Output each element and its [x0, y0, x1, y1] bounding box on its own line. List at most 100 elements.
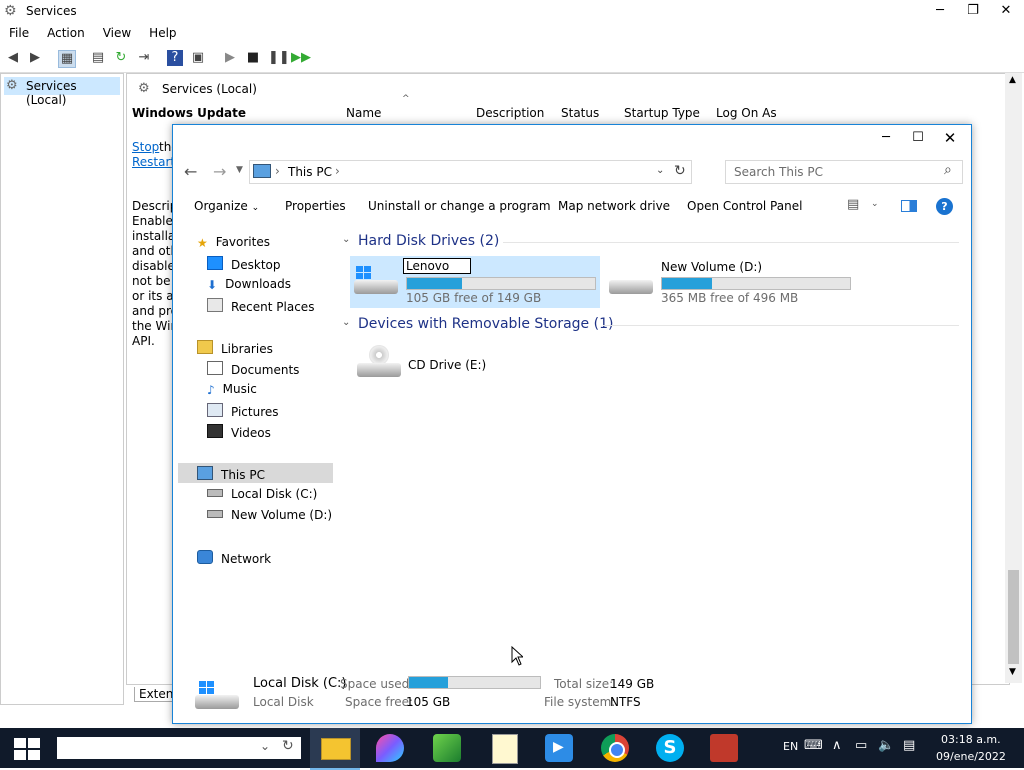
nav-documents[interactable]: Documents	[207, 361, 299, 377]
nav-libraries[interactable]: Libraries	[197, 340, 273, 356]
refresh-icon[interactable]: ↻	[113, 50, 129, 66]
vertical-scrollbar[interactable]: ▼ ▲	[1005, 73, 1022, 683]
pause-service-icon[interactable]: ❚❚	[268, 50, 290, 66]
paint-3d-icon[interactable]	[376, 734, 404, 762]
menu-file[interactable]: File	[0, 22, 38, 40]
menu-help[interactable]: Help	[140, 22, 185, 40]
export-list-icon[interactable]: ⇥	[136, 50, 152, 66]
back-arrow-icon[interactable]: ◀	[5, 50, 21, 66]
clock-date[interactable]: 09/ene/2022	[936, 750, 1006, 763]
nav-local-disk-c[interactable]: Local Disk (C:)	[207, 487, 317, 501]
nav-recent-places[interactable]: Recent Places	[207, 298, 314, 314]
show-hidden-icons-icon[interactable]: ∧	[832, 738, 842, 753]
column-description[interactable]: Description	[476, 106, 544, 120]
details-drive-name: Local Disk (C:)	[253, 676, 347, 691]
start-service-icon[interactable]: ▶	[222, 50, 238, 66]
address-bar[interactable]: › This PC › ⌄ ↻	[249, 160, 692, 184]
refresh-icon[interactable]: ↻	[282, 738, 294, 754]
help-icon[interactable]: ?	[167, 50, 183, 66]
space-used-label: Space used:	[340, 677, 414, 691]
tree-item-services-local[interactable]: ⚙ Services (Local)	[4, 77, 120, 107]
media-player-icon[interactable]: ▶	[545, 734, 573, 762]
help-icon[interactable]: ?	[936, 198, 953, 215]
file-explorer-taskbar-button[interactable]	[310, 728, 360, 770]
explorer-close-button[interactable]: ✕	[927, 127, 973, 149]
uninstall-program-button[interactable]: Uninstall or change a program	[368, 199, 551, 213]
nav-downloads[interactable]: ⬇ Downloads	[207, 277, 291, 292]
group-hard-disk-drives[interactable]: Hard Disk Drives (2)	[358, 233, 499, 249]
nav-network[interactable]: Network	[197, 550, 271, 566]
view-chevron-icon[interactable]: ⌄	[871, 199, 879, 209]
search-icon[interactable]: ⌕	[944, 162, 952, 178]
preview-pane-icon[interactable]	[901, 200, 917, 212]
keyboard-icon[interactable]: ⌨	[804, 738, 823, 753]
cd-drive-icon	[357, 345, 401, 379]
back-arrow-icon[interactable]: ←	[184, 162, 197, 181]
maps-app-icon[interactable]	[433, 734, 461, 762]
nav-music[interactable]: ♪ Music	[207, 382, 257, 397]
input-language-indicator[interactable]: EN	[783, 740, 798, 753]
notepad-icon[interactable]	[492, 734, 518, 764]
stop-service-link[interactable]: Stop	[132, 140, 159, 154]
recent-locations-chevron-icon[interactable]: ▼	[236, 165, 243, 175]
refresh-icon[interactable]: ↻	[674, 163, 686, 179]
column-log-on-as[interactable]: Log On As	[716, 106, 777, 120]
menu-action[interactable]: Action	[38, 22, 94, 40]
forward-arrow-icon[interactable]: ▶	[27, 50, 43, 66]
scroll-down-icon[interactable]: ▼	[1009, 667, 1016, 677]
restart-service-icon[interactable]: ▶▶	[291, 50, 311, 66]
scroll-up-icon[interactable]: ▲	[1009, 75, 1016, 85]
column-startup-type[interactable]: Startup Type	[624, 106, 700, 120]
nav-favorites[interactable]: ★ Favorites	[197, 235, 270, 250]
menu-view[interactable]: View	[94, 22, 140, 40]
clock-time[interactable]: 03:18 a.m.	[941, 733, 1001, 746]
search-box[interactable]: Search This PC ⌕	[725, 160, 963, 184]
drive-c-tile-selected[interactable]: 105 GB free of 149 GB	[350, 256, 600, 308]
chrome-icon[interactable]	[601, 734, 629, 762]
nav-desktop[interactable]: Desktop	[207, 256, 281, 272]
collapse-chevron-icon[interactable]: ⌄	[342, 234, 350, 245]
breadcrumb-chevron-icon[interactable]: ›	[335, 164, 340, 178]
drive-icon	[207, 489, 223, 497]
network-status-icon[interactable]: ▭	[855, 738, 867, 753]
chevron-down-icon[interactable]: ⌄	[260, 739, 270, 753]
nav-new-volume-d[interactable]: New Volume (D:)	[207, 508, 332, 522]
console-tree-icon[interactable]: ▦	[58, 50, 76, 68]
change-view-icon[interactable]: ▤	[847, 197, 859, 212]
scrollbar-thumb[interactable]	[1008, 570, 1019, 664]
stop-service-icon[interactable]: ■	[245, 50, 261, 66]
menu-bar: File Action View Help	[0, 22, 1024, 44]
navigation-pane: ★ Favorites Desktop ⬇ Downloads Recent Pla…	[173, 225, 333, 655]
open-control-panel-button[interactable]: Open Control Panel	[687, 199, 802, 213]
properties-button[interactable]: Properties	[285, 199, 346, 213]
toolbox-icon[interactable]	[710, 734, 738, 762]
nav-videos[interactable]: Videos	[207, 424, 271, 440]
column-status[interactable]: Status	[561, 106, 599, 120]
nav-this-pc[interactable]: This PC	[197, 466, 265, 482]
properties-icon[interactable]: ▤	[90, 50, 106, 66]
total-size-label: Total size:	[554, 677, 614, 691]
close-button[interactable]: ✕	[983, 0, 1024, 22]
collapse-chevron-icon[interactable]: ⌄	[342, 317, 350, 328]
forward-arrow-icon[interactable]: →	[213, 162, 226, 181]
column-name[interactable]: Name	[346, 106, 381, 120]
group-removable-storage[interactable]: Devices with Removable Storage (1)	[358, 316, 613, 332]
start-button[interactable]	[14, 738, 40, 760]
organize-menu[interactable]: Organize ⌄	[194, 199, 259, 213]
skype-icon[interactable]: S	[656, 734, 684, 762]
breadcrumb-this-pc[interactable]: This PC	[288, 165, 332, 179]
map-network-drive-button[interactable]: Map network drive	[558, 199, 670, 213]
rename-input[interactable]	[403, 258, 471, 274]
show-hide-icon[interactable]: ▣	[190, 50, 206, 66]
address-dropdown-icon[interactable]: ⌄	[656, 165, 664, 176]
volume-icon[interactable]: 🔈	[878, 738, 894, 753]
action-center-icon[interactable]: ▤	[903, 738, 915, 753]
sort-chevron-icon: ^	[402, 94, 410, 104]
cd-drive-tile[interactable]: CD Drive (E:)	[353, 343, 503, 389]
search-input[interactable]: Search This PC	[734, 165, 823, 179]
drive-d-tile[interactable]: New Volume (D:) 365 MB free of 496 MB	[605, 256, 865, 308]
restart-service-link[interactable]: Restart	[132, 155, 175, 169]
details-usage-bar	[408, 676, 541, 689]
taskbar-search-input[interactable]: ⌄ ↻	[57, 737, 301, 759]
nav-pictures[interactable]: Pictures	[207, 403, 279, 419]
